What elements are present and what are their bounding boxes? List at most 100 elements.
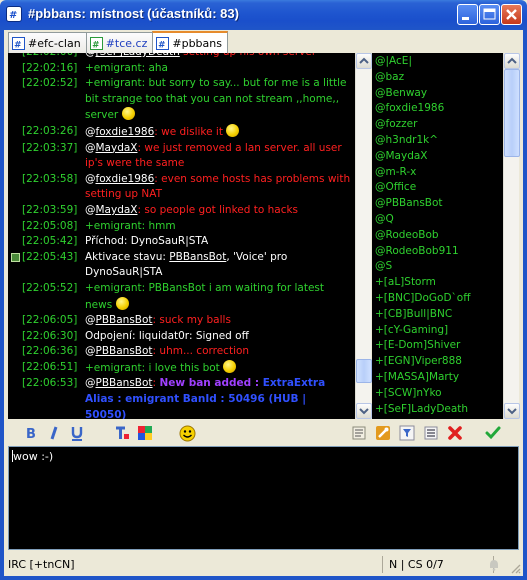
window-title: #pbbans: místnost (účastníků: 83) — [28, 6, 239, 21]
nick-link[interactable]: foxdie1986 — [96, 173, 155, 185]
nick-link[interactable]: foxdie1986 — [96, 126, 155, 138]
message-timestamp: [22:05:52] — [22, 281, 78, 294]
background-color-icon[interactable] — [136, 424, 154, 442]
maximize-button[interactable] — [479, 4, 500, 25]
message-text: +emigrant: i love this bot — [85, 361, 224, 374]
chat-message: [22:06:30] Odpojení: liquidat0r: Signed o… — [8, 329, 355, 345]
user-list-item[interactable]: @baz — [375, 70, 503, 86]
checkmark-icon[interactable] — [484, 424, 502, 442]
nick-link[interactable]: PBBansBot — [96, 377, 153, 389]
user-list-scrollbar[interactable] — [503, 53, 520, 419]
text-color-icon[interactable] — [113, 424, 131, 442]
chat-log[interactable]: [22:02:00]@[SeF]LadyDeath setting up his… — [8, 53, 355, 419]
channel-modes: IRC [+tnCN] — [8, 558, 75, 571]
user-list-item[interactable]: @Benway — [375, 86, 503, 102]
nick-link[interactable]: MaydaX — [96, 204, 138, 216]
message-input-text: wow :-) — [13, 450, 54, 463]
tab-label: #pbbans — [172, 36, 222, 50]
chat-message: [22:02:52] +emigrant: but sorry to say...… — [8, 76, 355, 124]
chat-message: [22:02:00] @[SeF]LadyDeath setting up his… — [8, 53, 355, 61]
user-list-item[interactable]: +[SeF]LadyDeath — [375, 402, 503, 418]
user-list-item[interactable]: @Office — [375, 180, 503, 196]
user-list-item[interactable]: @RodeoBob — [375, 228, 503, 244]
message-text: : suck my balls — [152, 314, 231, 327]
tab-label: #efc-clan — [28, 36, 81, 50]
user-list-item[interactable]: @fozzer — [375, 117, 503, 133]
scroll-thumb[interactable] — [356, 359, 372, 383]
message-text: Příchod: DynoSauR|STA — [85, 235, 209, 248]
message-text: +emigrant: hmm — [85, 219, 176, 232]
channel-green-icon: # — [89, 36, 103, 50]
list-icon[interactable] — [422, 424, 440, 442]
smiley-emoticon-icon — [226, 123, 240, 137]
message-timestamp: [22:03:59] — [22, 203, 78, 216]
user-list-item[interactable]: +[MASSA]Marty — [375, 370, 503, 386]
user-list-item[interactable]: @Q — [375, 212, 503, 228]
title-bar[interactable]: # #pbbans: místnost (účastníků: 83) — [0, 0, 527, 30]
user-list-item[interactable]: @h3ndr1k^ — [375, 133, 503, 149]
channel-icon: # — [156, 36, 170, 50]
scroll-down-button[interactable] — [356, 403, 372, 419]
status-separator — [382, 556, 383, 573]
user-list-item[interactable]: +[SCW]nYko — [375, 386, 503, 402]
user-list-item[interactable]: @m-R-x — [375, 165, 503, 181]
scroll-up-button[interactable] — [356, 53, 372, 69]
user-list-item[interactable]: @|AcE| — [375, 54, 503, 70]
status-bar: IRC [+tnCN] N | CS 0/7 — [4, 553, 523, 576]
user-list-item[interactable]: +[CB]Bull|BNC — [375, 307, 503, 323]
smiley-icon[interactable] — [178, 424, 196, 442]
tab-tce-cz[interactable]: # #tce.cz — [85, 32, 154, 53]
bold-icon[interactable]: B — [22, 424, 40, 442]
filter-icon[interactable] — [398, 424, 416, 442]
chat-message: [22:05:42] Příchod: DynoSauR|STA — [8, 234, 355, 250]
nick-link[interactable]: PBBansBot — [169, 251, 226, 263]
resize-grip-icon[interactable] — [509, 562, 521, 574]
italic-icon[interactable] — [45, 424, 63, 442]
user-list-item[interactable]: +[E-Dom]Shiver — [375, 338, 503, 354]
userlist-scroll-up-button[interactable] — [504, 53, 520, 69]
user-list-item[interactable]: +[cY-Gaming] — [375, 323, 503, 339]
user-list-item[interactable]: @MaydaX — [375, 149, 503, 165]
user-list-item[interactable]: +[aL]Storm — [375, 275, 503, 291]
nick-link[interactable]: PBBansBot — [96, 345, 153, 357]
message-timestamp: [22:03:26] — [22, 124, 78, 137]
underline-icon[interactable] — [68, 424, 86, 442]
userlist-scroll-down-button[interactable] — [504, 403, 520, 419]
notes-icon[interactable] — [350, 424, 368, 442]
channel-tabs: # #efc-clan # #tce.cz # #pbbans — [8, 31, 228, 53]
message-timestamp: [22:02:52] — [22, 77, 78, 90]
bell-icon[interactable] — [487, 558, 501, 572]
nick-link[interactable]: MaydaX — [96, 142, 138, 154]
chat-message: [22:06:53] @PBBansBot: New ban added : Ex… — [8, 376, 355, 419]
nick-link[interactable]: [SeF]LadyDeath — [96, 53, 180, 58]
channel-icon: # — [12, 36, 25, 50]
user-list-item[interactable]: @RodeoBob911 — [375, 244, 503, 260]
message-input[interactable]: wow :-) — [8, 446, 519, 550]
user-list-item[interactable]: +[BNC]DoGoD`off — [375, 291, 503, 307]
chat-message: [22:06:36] @PBBansBot: uhm... correction — [8, 344, 355, 360]
user-list-item[interactable]: @foxdie1986 — [375, 101, 503, 117]
minimize-button[interactable] — [457, 4, 478, 25]
user-list[interactable]: @|AcE| @baz @Benway @foxdie1986 @fozzer @h3nd… — [372, 53, 503, 419]
tab-efc-clan[interactable]: # #efc-clan — [8, 32, 87, 53]
message-text: : so people got linked to hacks — [137, 203, 299, 216]
message-text: Aktivace stavu: — [85, 250, 170, 263]
message-timestamp: [22:06:51] — [22, 360, 78, 373]
user-list-item[interactable]: @PBBansBot — [375, 196, 503, 212]
tab-pbbans[interactable]: # #pbbans — [152, 31, 228, 53]
user-list-item[interactable]: @S — [375, 259, 503, 275]
nick-link[interactable]: PBBansBot — [96, 314, 153, 326]
message-text: @ — [85, 314, 96, 327]
message-timestamp: [22:05:43] — [22, 250, 78, 263]
user-list-item[interactable]: +[EGN]Viper888 — [375, 354, 503, 370]
smiley-emoticon-icon — [115, 296, 129, 310]
close-button[interactable] — [501, 4, 522, 25]
close-icon[interactable] — [446, 424, 464, 442]
message-timestamp: [22:06:05] — [22, 314, 78, 327]
userlist-scroll-thumb[interactable] — [504, 69, 520, 157]
message-timestamp: [22:06:30] — [22, 329, 78, 342]
tools-icon[interactable] — [374, 424, 392, 442]
chat-scrollbar[interactable] — [355, 53, 372, 419]
chat-message: [22:02:16] +emigrant: aha — [8, 61, 355, 77]
chat-message: [22:06:05] @PBBansBot: suck my balls — [8, 313, 355, 329]
